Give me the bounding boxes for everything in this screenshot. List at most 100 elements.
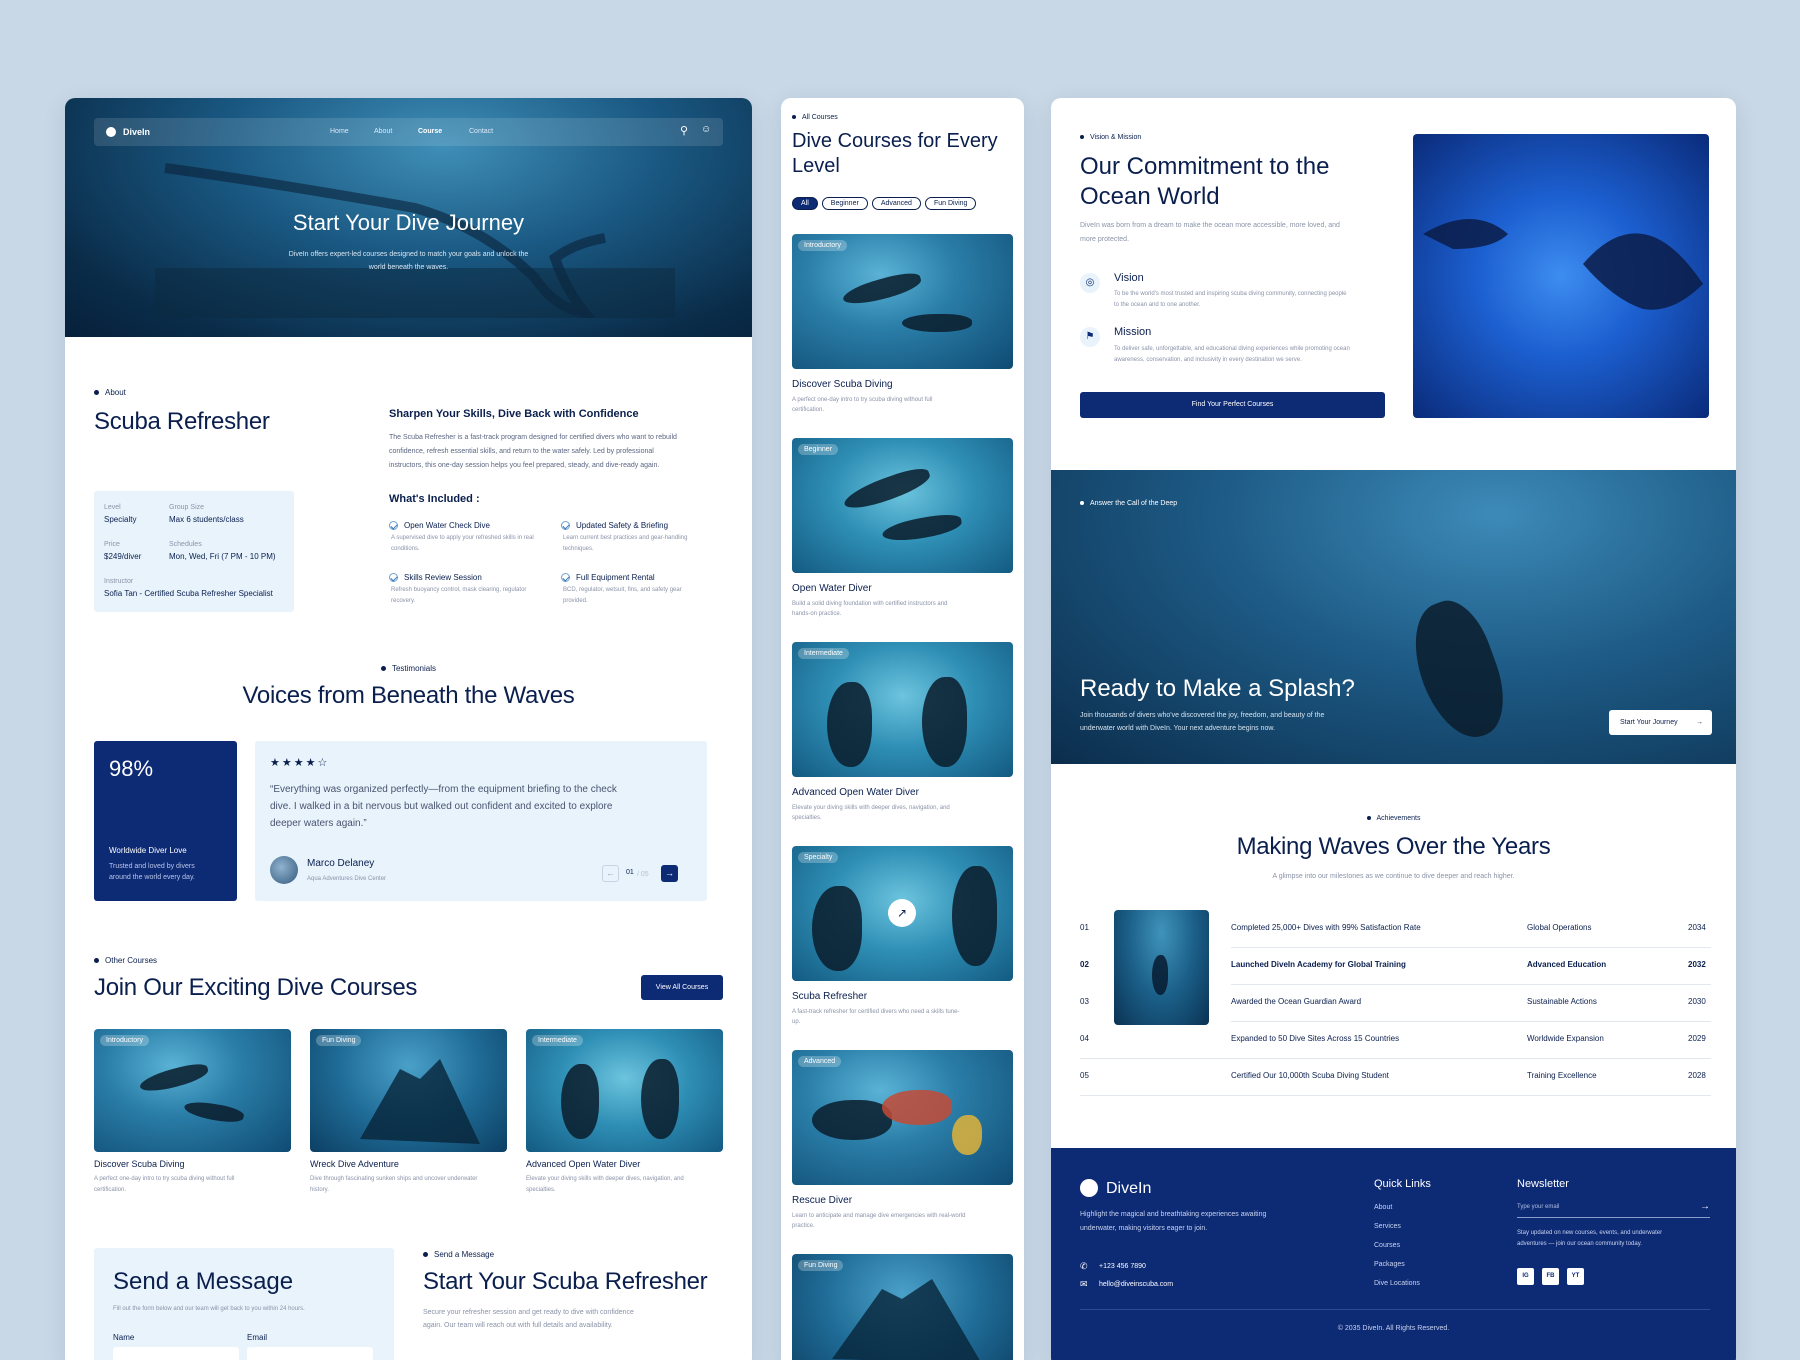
find-courses-button[interactable]: Find Your Perfect Courses	[1080, 392, 1385, 418]
stat-value: 98%	[109, 756, 154, 781]
achievement-year: 2030	[1688, 997, 1706, 1006]
nav-about[interactable]: About	[374, 128, 392, 135]
mission-desc-1: To deliver safe, unforgettable, and educ…	[1114, 346, 1350, 352]
course-title[interactable]: Advanced Open Water Diver	[792, 787, 919, 798]
course-card-image[interactable]: Intermediate	[792, 642, 1013, 777]
cta-eyebrow: Send a Message	[423, 1250, 494, 1259]
course-card-title[interactable]: Wreck Dive Adventure	[310, 1159, 399, 1169]
filter-bar: All Beginner Advanced Fun Diving	[792, 192, 980, 210]
footer-link-packages[interactable]: Packages	[1374, 1261, 1405, 1268]
vm-title-1: Our Commitment to the	[1080, 153, 1330, 180]
message-form: Send a Message Fill out the form below a…	[94, 1248, 394, 1360]
course-card-image[interactable]: ↗ Specialty	[792, 846, 1013, 981]
reviewer-name: Marco Delaney	[307, 858, 375, 869]
star-filled-icon: ★	[305, 757, 318, 769]
cta-desc-2: underwater world with DiveIn. Your next …	[1080, 725, 1275, 732]
user-icon[interactable]: ☺	[701, 124, 711, 135]
achievements-subtitle: A glimpse into our milestones as we cont…	[1272, 873, 1515, 880]
brand-name[interactable]: DiveIn	[123, 127, 150, 137]
footer-desc-1: Highlight the magical and breathtaking e…	[1080, 1211, 1267, 1218]
achievement-title: Launched DiveIn Academy for Global Train…	[1231, 960, 1406, 969]
page-total: / 05	[637, 871, 649, 878]
course-desc-2: up.	[792, 1019, 801, 1025]
prev-button[interactable]: ←	[602, 865, 619, 882]
course-card-title[interactable]: Advanced Open Water Diver	[526, 1159, 640, 1169]
arrow-right-icon[interactable]: →	[1700, 1201, 1710, 1212]
shipwreck-illustration	[360, 1059, 480, 1144]
filter-all[interactable]: All	[792, 197, 818, 210]
diver-silhouette	[882, 1090, 952, 1125]
copyright: © 2035 DiveIn. All Rights Reserved.	[1337, 1325, 1450, 1332]
avatar	[270, 856, 298, 884]
filter-fun-diving[interactable]: Fun Diving	[924, 197, 977, 210]
course-desc-1: A fast-track refresher for certified div…	[792, 1009, 960, 1015]
footer-link-about[interactable]: About	[1374, 1204, 1392, 1211]
logo-icon[interactable]	[106, 127, 116, 137]
course-card-image[interactable]: Fun Diving	[310, 1029, 507, 1152]
course-card-image[interactable]: Fun Diving	[792, 1254, 1013, 1360]
course-tag: Intermediate	[532, 1035, 583, 1046]
footer-email[interactable]: hello@diveinscuba.com	[1099, 1281, 1173, 1288]
vm-desc-1: DiveIn was born from a dream to make the…	[1080, 222, 1340, 229]
instagram-icon[interactable]: IG	[1517, 1268, 1534, 1285]
filter-beginner[interactable]: Beginner	[821, 197, 868, 210]
navbar: DiveIn Home About Course Contact ⚲ ☺	[94, 118, 723, 146]
achievement-number: 01	[1080, 923, 1089, 932]
footer-brand[interactable]: DiveIn	[1106, 1180, 1151, 1198]
footer-divider	[1080, 1309, 1710, 1310]
filter-advanced[interactable]: Advanced	[871, 197, 921, 210]
included-item-desc-2: provided.	[563, 598, 588, 605]
course-title[interactable]: Discover Scuba Diving	[792, 379, 893, 390]
footer-desc-2: underwater, making visitors eager to joi…	[1080, 1225, 1208, 1232]
name-label: Name	[113, 1333, 135, 1342]
course-card-image[interactable]: Advanced	[792, 1050, 1013, 1185]
achievement-year: 2029	[1688, 1034, 1706, 1043]
email-input[interactable]	[247, 1347, 373, 1360]
course-title[interactable]: Open Water Diver	[792, 583, 872, 594]
view-all-courses-button[interactable]: View All Courses	[641, 975, 723, 1000]
footer-phone[interactable]: +123 456 7890	[1099, 1263, 1146, 1270]
course-tag: Introductory	[100, 1035, 149, 1046]
nav-course[interactable]: Course	[418, 128, 442, 135]
course-card-image[interactable]: Introductory	[792, 234, 1013, 369]
nav-contact[interactable]: Contact	[469, 128, 493, 135]
mail-icon: ✉	[1080, 1279, 1088, 1289]
course-title[interactable]: Scuba Refresher	[792, 991, 867, 1002]
vm-desc-2: more protected.	[1080, 236, 1130, 243]
newsletter-input[interactable]: Type your email →	[1517, 1200, 1710, 1218]
footer-link-dive-locations[interactable]: Dive Locations	[1374, 1280, 1420, 1287]
facebook-icon[interactable]: FB	[1542, 1268, 1559, 1285]
start-journey-button[interactable]: Start Your Journey →	[1609, 710, 1712, 735]
footer-link-courses[interactable]: Courses	[1374, 1242, 1400, 1249]
course-card-image[interactable]: Beginner	[792, 438, 1013, 573]
achievement-year: 2034	[1688, 923, 1706, 932]
search-icon[interactable]: ⚲	[680, 124, 688, 137]
mission-desc-2: awareness, conservation, and inclusivity…	[1114, 357, 1302, 363]
next-button[interactable]: →	[661, 865, 678, 882]
diver-silhouette	[827, 682, 872, 767]
youtube-icon[interactable]: YT	[1567, 1268, 1584, 1285]
course-title[interactable]: Rescue Diver	[792, 1195, 852, 1206]
course-card-image[interactable]: Intermediate	[526, 1029, 723, 1152]
social-links: IG FB YT	[1517, 1264, 1592, 1285]
about-eyebrow: About	[94, 388, 126, 397]
course-card-title[interactable]: Discover Scuba Diving	[94, 1159, 185, 1169]
about-body-3: instructors, this one-day session helps …	[389, 462, 660, 469]
arrow-link-icon[interactable]: ↗	[888, 899, 916, 927]
included-item-desc-1: Learn current best practices and gear-ha…	[563, 535, 688, 542]
row-divider	[1080, 1058, 1711, 1059]
check-icon	[389, 521, 398, 531]
included-item-desc-2: recovery.	[391, 598, 416, 605]
cta-title: Start Your Scuba Refresher	[423, 1268, 708, 1295]
name-input[interactable]	[113, 1347, 239, 1360]
nav-home[interactable]: Home	[330, 128, 349, 135]
footer-link-services[interactable]: Services	[1374, 1223, 1401, 1230]
cta-eyebrow: Answer the Call of the Deep	[1080, 500, 1177, 507]
course-tag: Specialty	[798, 852, 839, 863]
cta-title: Ready to Make a Splash?	[1080, 675, 1355, 702]
included-item-title: Full Equipment Rental	[576, 573, 655, 582]
course-card-desc-2: history.	[310, 1187, 329, 1193]
star-empty-icon: ☆	[317, 757, 330, 769]
course-card-image[interactable]: Introductory	[94, 1029, 291, 1152]
included-item: Full Equipment Rental BCD, regulator, we…	[561, 573, 731, 607]
